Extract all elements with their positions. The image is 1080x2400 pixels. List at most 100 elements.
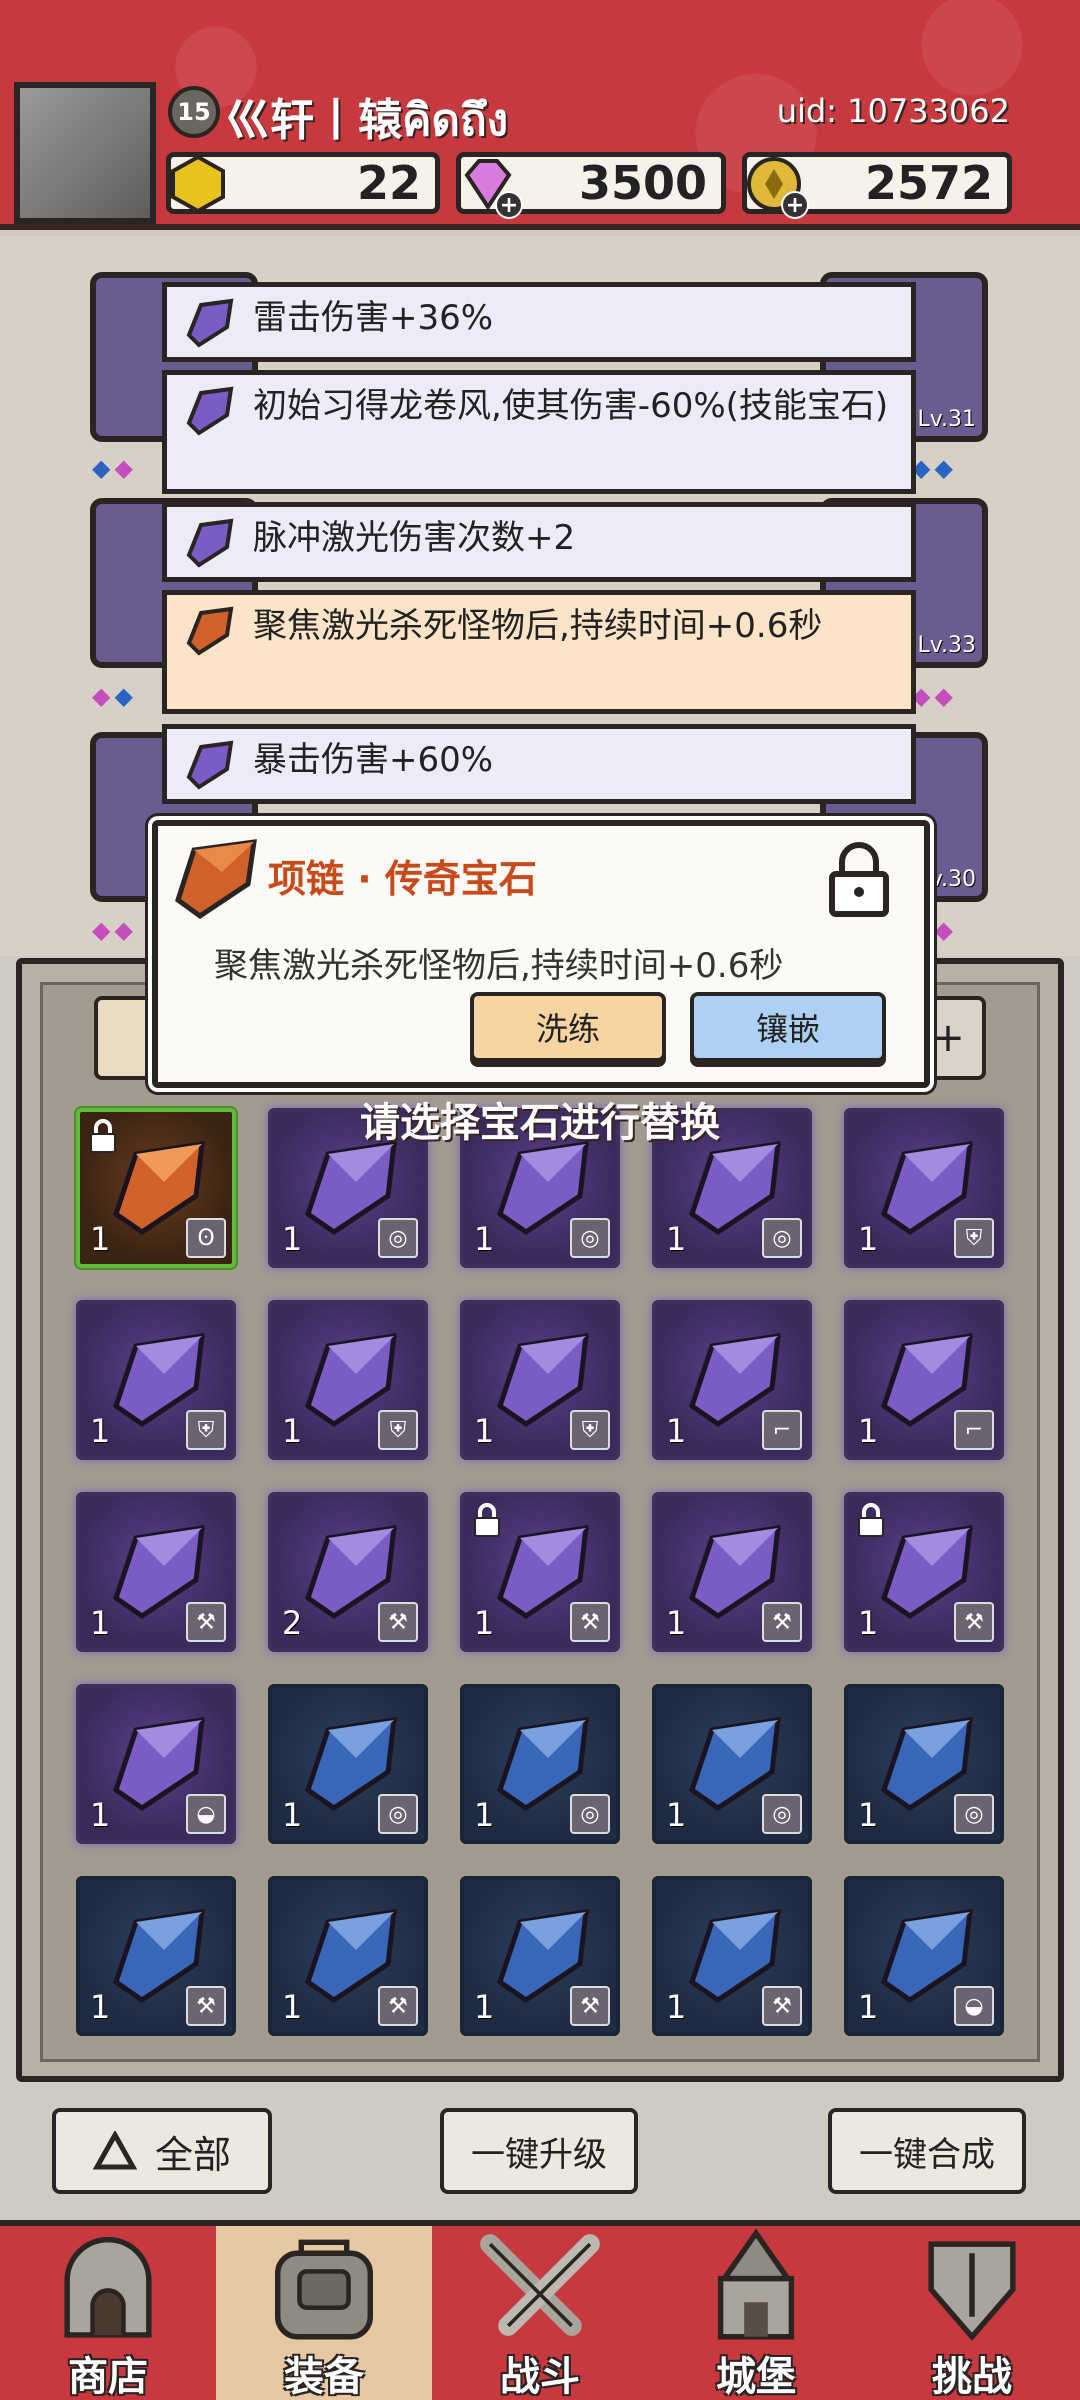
- nav-equipment[interactable]: 装备: [216, 2226, 432, 2400]
- level-badge: 15: [168, 86, 220, 138]
- gold-amount: 22: [356, 156, 421, 210]
- auto-upgrade-button[interactable]: 一键升级: [440, 2108, 638, 2194]
- affix-row: 脉冲激光伤害次数+2: [162, 502, 916, 582]
- gem-cell[interactable]: 1 ⚒: [460, 1492, 620, 1652]
- add-gem-icon[interactable]: +: [495, 191, 523, 219]
- top-header: 15 巛轩丨辕คิดถึง uid: 10733062 22 + 3500 + …: [0, 0, 1080, 230]
- ring-slot-icon: ◎: [954, 1794, 994, 1834]
- nav-challenge[interactable]: 挑战: [864, 2226, 1080, 2400]
- coin-counter[interactable]: + 2572: [741, 151, 1012, 219]
- gem-count: 1: [666, 1220, 687, 1258]
- gem-cell[interactable]: 1 ⛨: [268, 1300, 428, 1460]
- orange-gem-icon: [186, 606, 234, 656]
- necklace-slot-icon: ʘ: [186, 1218, 226, 1258]
- triangle-up-icon: [92, 2131, 137, 2170]
- gem-cell[interactable]: 1 ⚒: [76, 1492, 236, 1652]
- popup-description: 聚焦激光杀死怪物后,持续时间+0.6秒: [214, 946, 784, 986]
- gem-cell[interactable]: 1 ⚒: [652, 1876, 812, 2036]
- gem-amount: 3500: [578, 156, 707, 210]
- gem-count: 1: [282, 1796, 303, 1834]
- gem-count: 1: [474, 1796, 495, 1834]
- nav-battle[interactable]: 战斗: [432, 2226, 648, 2400]
- ring-slot-icon: ◎: [378, 1794, 418, 1834]
- shop-icon: [64, 2236, 152, 2338]
- gem-cell[interactable]: 1 ◎: [652, 1684, 812, 1844]
- lock-icon[interactable]: [824, 840, 894, 918]
- gem-cell[interactable]: 1 ⚒: [460, 1876, 620, 2036]
- gem-cell[interactable]: 1 ⌐: [844, 1300, 1004, 1460]
- nav-label: 战斗: [500, 2354, 580, 2400]
- gem-count: 1: [858, 1796, 879, 1834]
- gem-cell[interactable]: 1 ⌐: [652, 1300, 812, 1460]
- equip-level: Lv.33: [917, 633, 976, 658]
- gem-cell[interactable]: 2 ⚒: [268, 1492, 428, 1652]
- gem-count: 2: [282, 1604, 303, 1642]
- boots-slot-icon: ⌐: [762, 1410, 802, 1450]
- gem-count: 1: [858, 1988, 879, 2026]
- socket-indicators: ◆◆: [912, 454, 957, 482]
- purple-gem-icon: [186, 740, 234, 790]
- boots-slot-icon: ⌐: [954, 1410, 994, 1450]
- nav-castle[interactable]: 城堡: [648, 2226, 864, 2400]
- armor-slot-icon: ⛨: [954, 1218, 994, 1258]
- gem-count: 1: [90, 1796, 111, 1834]
- nav-label: 装备: [284, 2354, 364, 2400]
- ring-slot-icon: ◎: [570, 1218, 610, 1258]
- gem-count: 1: [90, 1604, 111, 1642]
- weapon-slot-icon: ⚒: [378, 1986, 418, 2026]
- affix-row: 雷击伤害+36%: [162, 282, 916, 362]
- gem-count: 1: [858, 1604, 879, 1642]
- refine-button[interactable]: 洗练: [470, 992, 666, 1062]
- gem-count: 1: [666, 1412, 687, 1450]
- inlay-button[interactable]: 镶嵌: [690, 992, 886, 1062]
- helmet-slot-icon: ◒: [954, 1986, 994, 2026]
- helmet-slot-icon: ◒: [186, 1794, 226, 1834]
- gem-cell[interactable]: 1 ⚒: [652, 1492, 812, 1652]
- affix-row-legendary: 聚焦激光杀死怪物后,持续时间+0.6秒: [162, 590, 916, 714]
- weapon-slot-icon: ⚒: [186, 1602, 226, 1642]
- socket-indicators: ◆◆: [912, 682, 957, 710]
- auto-merge-button[interactable]: 一键合成: [828, 2108, 1026, 2194]
- gem-count: 1: [474, 1412, 495, 1450]
- affix-text: 初始习得龙卷风,使其伤害-60%(技能宝石): [253, 386, 889, 426]
- gem-count: 1: [666, 1988, 687, 2026]
- nav-label: 城堡: [716, 2354, 796, 2400]
- gem-count: 1: [90, 1220, 111, 1258]
- coin-icon: +: [741, 151, 809, 219]
- ring-slot-icon: ◎: [762, 1218, 802, 1258]
- gem-cell[interactable]: 1 ⚒: [844, 1492, 1004, 1652]
- popup-title: 项链 · 传奇宝石: [268, 857, 537, 901]
- socket-indicators: ◆◆: [92, 916, 137, 944]
- avatar[interactable]: [14, 82, 156, 224]
- gem-cell[interactable]: 1 ⛨: [76, 1300, 236, 1460]
- lock-icon: [474, 1503, 500, 1537]
- gem-cell[interactable]: 1 ◎: [268, 1684, 428, 1844]
- castle-icon: [717, 2228, 795, 2340]
- filter-all-button[interactable]: 全部: [52, 2108, 272, 2194]
- gem-cell[interactable]: 1 ◒: [76, 1684, 236, 1844]
- add-coin-icon[interactable]: +: [781, 191, 809, 219]
- bottom-nav: 商店 装备 战斗 城堡 挑战: [0, 2220, 1080, 2400]
- gem-count: 1: [282, 1220, 303, 1258]
- affix-row: 初始习得龙卷风,使其伤害-60%(技能宝石): [162, 370, 916, 494]
- diamond-icon: +: [455, 151, 523, 219]
- purple-gem-icon: [186, 386, 234, 436]
- gem-cell[interactable]: 1 ⚒: [76, 1876, 236, 2036]
- purple-gem-icon: [186, 518, 234, 568]
- equip-level: Lv.31: [917, 407, 976, 432]
- gem-cell[interactable]: 1 ◎: [844, 1684, 1004, 1844]
- inventory-hint: 请选择宝石进行替换: [360, 1100, 720, 1146]
- filter-all-label: 全部: [154, 2132, 231, 2177]
- nav-shop[interactable]: 商店: [0, 2226, 216, 2400]
- ring-slot-icon: ◎: [570, 1794, 610, 1834]
- gem-cell[interactable]: 1 ◎: [460, 1684, 620, 1844]
- gem-counter[interactable]: + 3500: [455, 151, 726, 219]
- gem-cell[interactable]: 1 ⛨: [460, 1300, 620, 1460]
- gem-cell[interactable]: 1 ⚒: [268, 1876, 428, 2036]
- gem-count: 1: [90, 1988, 111, 2026]
- tab-equipment-icon[interactable]: [94, 996, 154, 1080]
- legendary-gem-icon: [175, 839, 257, 920]
- gem-count: 1: [282, 1988, 303, 2026]
- gem-count: 1: [666, 1796, 687, 1834]
- gem-cell[interactable]: 1 ◒: [844, 1876, 1004, 2036]
